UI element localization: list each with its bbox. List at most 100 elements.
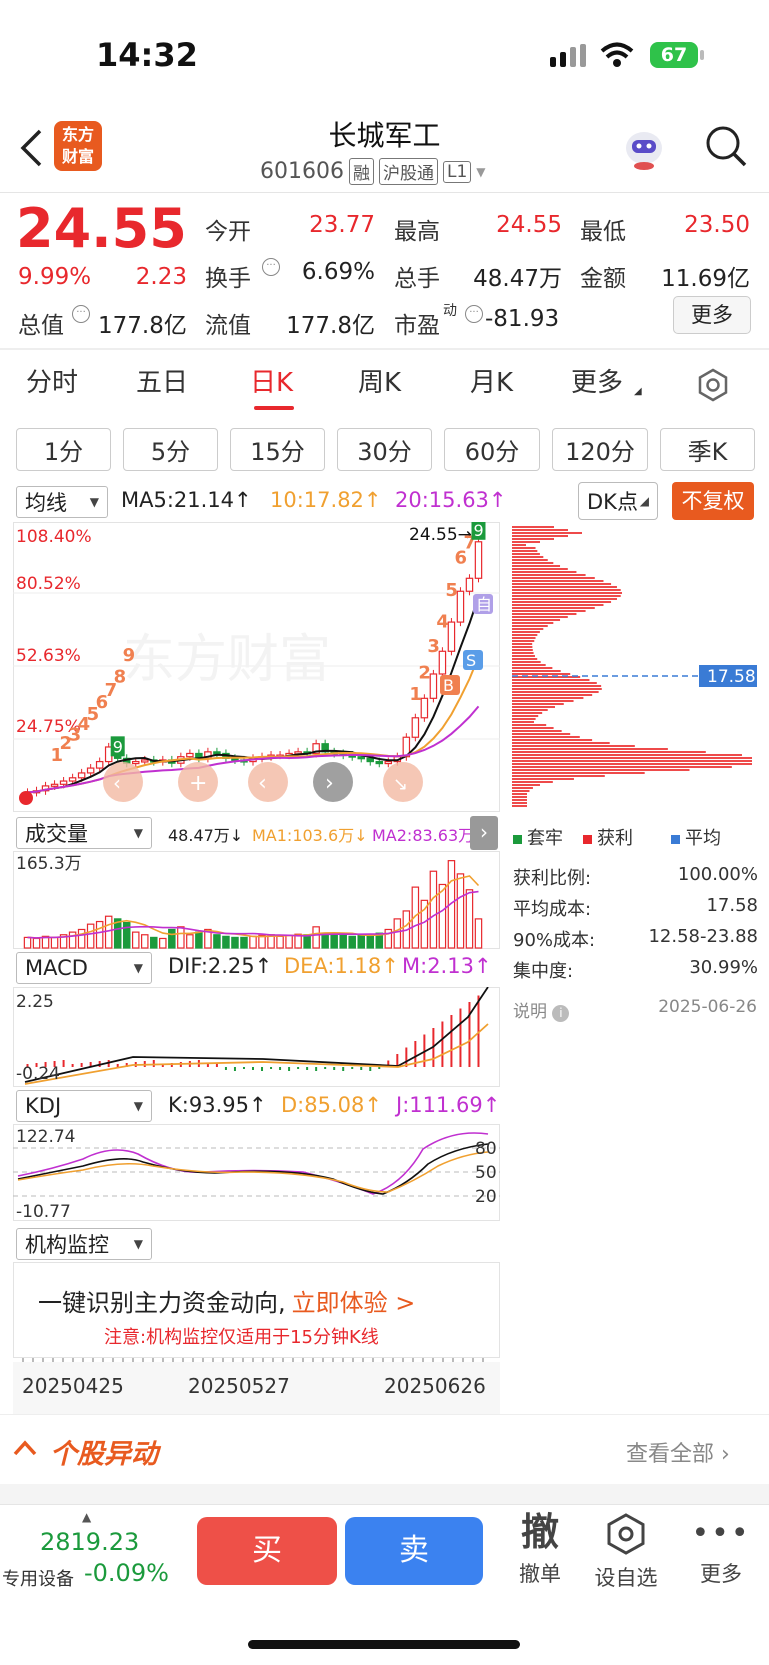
more-dots-icon: ••• <box>691 1516 751 1551</box>
candle <box>420 697 429 719</box>
chip-bar <box>512 607 595 609</box>
info-icon: i <box>552 1005 570 1022</box>
chip-bar <box>512 685 602 687</box>
wifi-icon <box>600 42 634 72</box>
info-icon[interactable]: ··· <box>72 305 90 323</box>
volume-bar <box>104 915 113 949</box>
no-adjust-button[interactable]: 不复权 <box>672 482 754 520</box>
more-quote-button[interactable]: 更多 <box>673 296 751 334</box>
date-mid: 20250527 <box>188 1374 290 1398</box>
period-60min[interactable]: 60分 <box>444 428 540 471</box>
kdj-k-label: K:93.95↑ <box>168 1093 267 1117</box>
prev-nav-icon[interactable] <box>103 762 143 802</box>
chevron-right-icon: › <box>721 1442 730 1467</box>
buy-button[interactable]: 买 <box>197 1517 337 1585</box>
volume-bar <box>465 889 474 949</box>
sector-name: 专用设备 <box>2 1569 74 1590</box>
candle <box>68 777 77 782</box>
try-now-link[interactable]: 立即体验 > <box>292 1289 416 1317</box>
chip-bar <box>512 625 548 627</box>
chip-bar <box>512 739 593 741</box>
volume-bar <box>86 923 95 949</box>
volume-bar <box>50 936 59 949</box>
more-actions-button[interactable]: ••• 更多 <box>690 1512 752 1588</box>
stock-code-line[interactable]: 601606 融 沪股通 L1 ▼ <box>260 158 486 185</box>
svg-text:‹: ‹ <box>113 771 121 795</box>
institution-dropdown[interactable]: 机构监控 ▼ <box>16 1228 152 1260</box>
period-quarter-k[interactable]: 季K <box>660 428 755 471</box>
candle <box>50 783 59 787</box>
sector-change: -0.09% <box>84 1559 169 1587</box>
settings-gear-icon[interactable] <box>696 368 730 406</box>
concentration-row: 集中度: 30.99% <box>513 957 758 982</box>
kdj-dropdown[interactable]: KDJ ▼ <box>16 1090 152 1122</box>
dk-point-dropdown[interactable]: DK点 ◢ <box>578 482 658 520</box>
chip-note-link[interactable]: 说明 i <box>513 997 570 1022</box>
expand-panel-icon[interactable]: › <box>470 816 498 850</box>
add-favorite-button[interactable]: 设自选 <box>588 1512 664 1592</box>
sector-index-value[interactable]: 2819.23 <box>40 1528 139 1556</box>
collapse-chevron-icon[interactable] <box>12 1438 38 1462</box>
volume-bar <box>150 936 158 949</box>
period-120min[interactable]: 120分 <box>552 428 648 471</box>
volume-bar <box>348 935 356 949</box>
volume-bar <box>213 934 221 949</box>
tab-weekly-k[interactable]: 周K <box>358 362 401 399</box>
chip-bar <box>512 613 577 615</box>
chip-bar <box>512 595 621 597</box>
candle <box>438 650 447 675</box>
battery-icon: 67 <box>650 42 698 68</box>
period-15min[interactable]: 15分 <box>230 428 325 471</box>
chip-bar <box>512 679 590 681</box>
tab-intraday[interactable]: 分时 <box>26 362 78 399</box>
macd-m-label: M:2.13↑ <box>402 954 492 978</box>
period-1min[interactable]: 1分 <box>16 428 111 471</box>
td-sequence-mark: 2 <box>418 662 431 683</box>
chip-bar <box>512 592 622 594</box>
kline-chart[interactable]: 东方财富 108.40% 80.52% 52.63% 24.75% 24.55→… <box>13 522 500 812</box>
chip-bar <box>512 673 571 675</box>
candle <box>465 577 474 592</box>
info-icon[interactable]: ··· <box>262 258 280 276</box>
chip-bar <box>512 763 752 765</box>
battery-level: 67 <box>660 44 688 66</box>
chip-bar <box>512 718 536 720</box>
volume-dropdown[interactable]: 成交量 ▼ <box>16 817 152 849</box>
chip-bar <box>512 802 527 804</box>
view-all-link[interactable]: 查看全部 › <box>626 1436 730 1468</box>
period-5min[interactable]: 5分 <box>123 428 218 471</box>
svg-text:↘: ↘ <box>393 774 408 795</box>
chip-bar <box>512 616 568 618</box>
tab-more[interactable]: 更多 <box>571 362 623 399</box>
chip-bar <box>512 793 527 795</box>
volume-bar <box>474 918 483 949</box>
macd-dropdown[interactable]: MACD ▼ <box>16 952 152 984</box>
tab-monthly-k[interactable]: 月K <box>470 362 513 399</box>
info-icon[interactable]: ··· <box>465 305 483 323</box>
svg-text:9: 9 <box>113 737 123 756</box>
chip-bar <box>512 784 540 786</box>
volume-bar <box>131 931 140 949</box>
chip-legend: 套牢 获利 平均 <box>513 824 721 850</box>
chip-bar <box>512 532 582 534</box>
chip-bar <box>512 730 562 732</box>
left-arrow-icon[interactable] <box>248 762 288 802</box>
cancel-order-button[interactable]: 撤 撤单 <box>505 1510 575 1588</box>
last-price: 24.55 <box>16 197 187 260</box>
search-icon[interactable] <box>704 124 748 172</box>
period-30min[interactable]: 30分 <box>337 428 432 471</box>
last-price-pointer: 24.55→ <box>409 525 472 545</box>
tab-daily-k[interactable]: 日K <box>250 362 293 399</box>
open-value: 23.77 <box>309 212 375 238</box>
volume-bar <box>276 935 284 949</box>
chip-bar <box>512 580 604 582</box>
robot-assistant-icon[interactable] <box>620 122 668 176</box>
chip-bar <box>512 694 593 696</box>
institution-promo-panel[interactable]: 一键识别主力资金动向, 立即体验 > 注意:机构监控仅适用于15分钟K线 <box>13 1262 500 1358</box>
sell-button[interactable]: 卖 <box>345 1517 483 1585</box>
volume-chart: 165.3万 <box>13 851 500 949</box>
ma-dropdown[interactable]: 均线 ▼ <box>16 486 108 518</box>
tab-five-day[interactable]: 五日 <box>136 362 188 399</box>
candle <box>456 590 465 623</box>
chip-bar <box>512 805 527 807</box>
